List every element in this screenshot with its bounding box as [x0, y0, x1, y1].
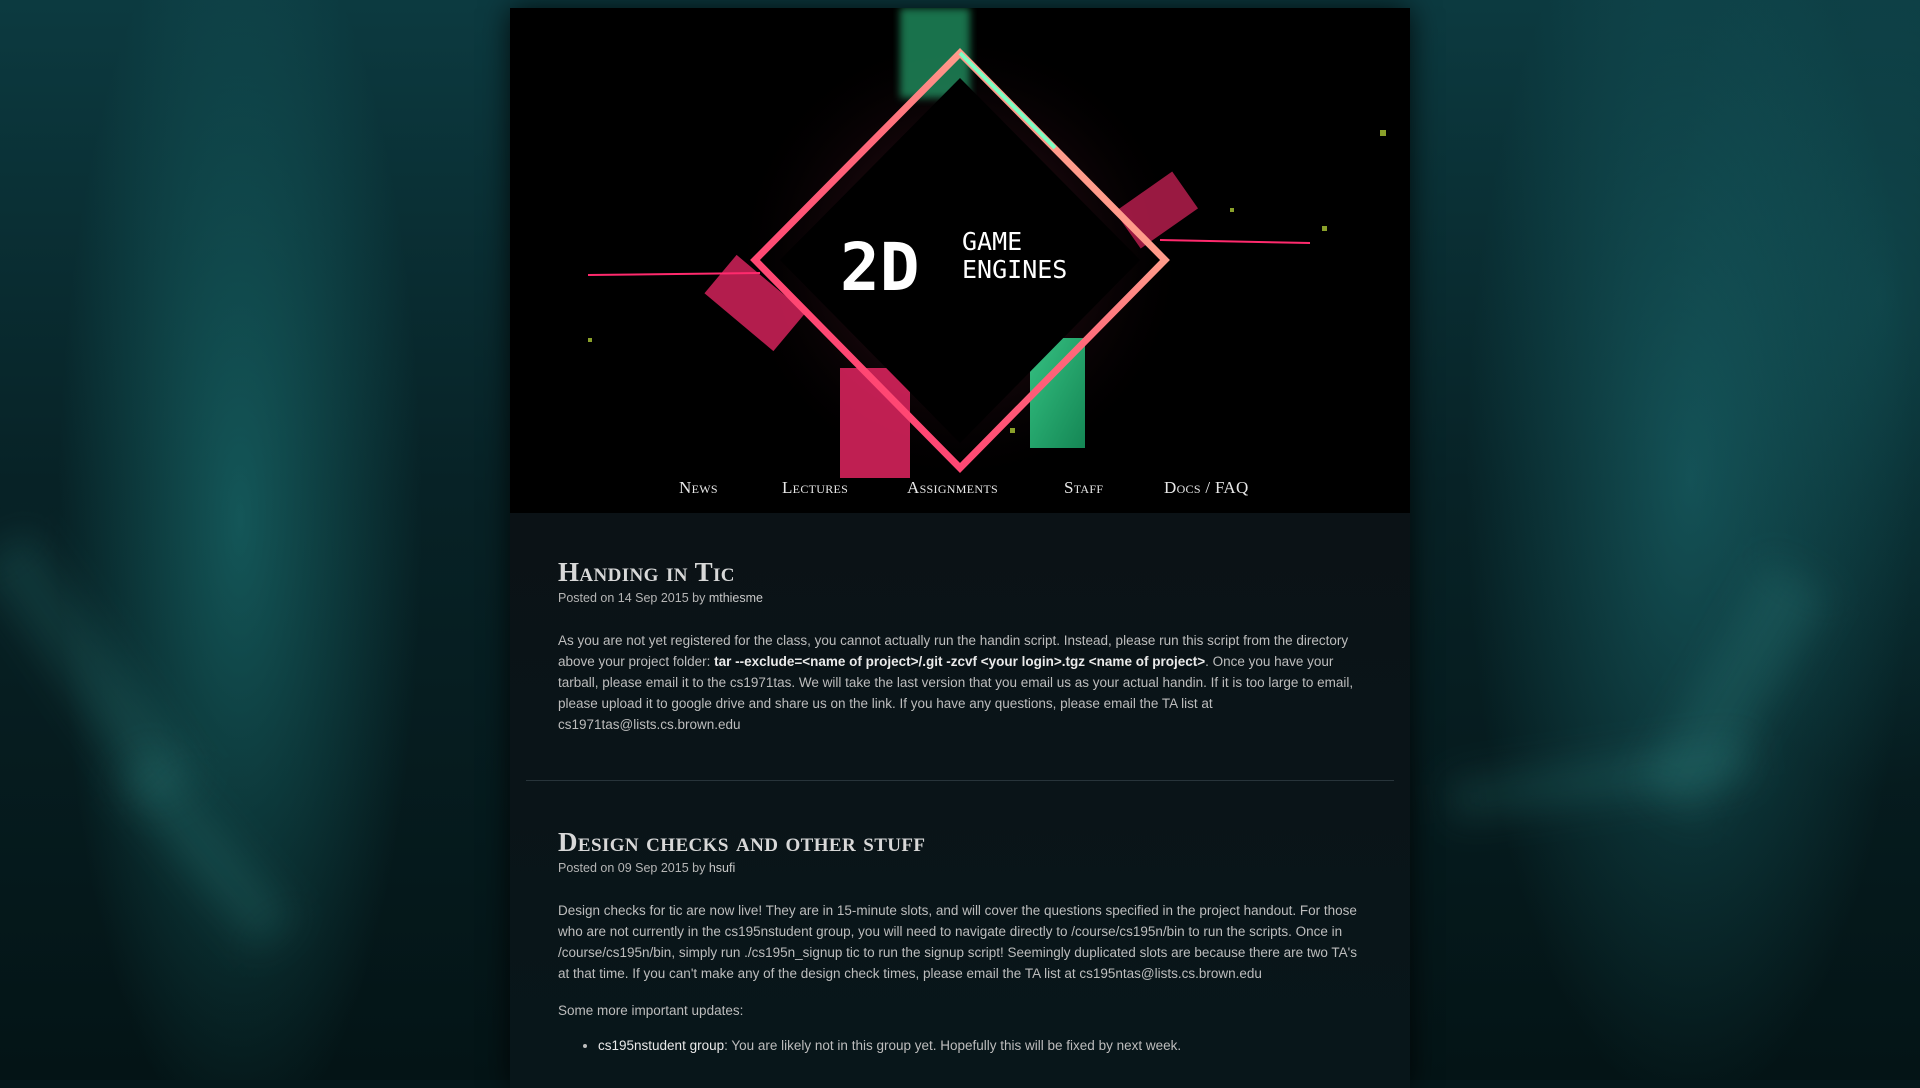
- news-post: Design checks and other stuff Posted on …: [558, 826, 1358, 1056]
- post-meta: Posted on 14 Sep 2015 by mthiesme: [558, 590, 1358, 606]
- news-post: Handing in Tic Posted on 14 Sep 2015 by …: [558, 556, 1358, 749]
- logo-2d-text: 2D: [840, 229, 919, 306]
- logo-pixel: [1230, 208, 1234, 212]
- main-nav: News Lectures Assignments Staff Docs / F…: [510, 478, 1410, 512]
- nav-docs-faq[interactable]: Docs / FAQ: [1164, 478, 1249, 498]
- main-panel: 2D GAME ENGINES News Lectures Assignment…: [510, 8, 1410, 1088]
- list-item: cs195nstudent group: You are likely not …: [598, 1035, 1358, 1056]
- logo-game-text: GAME: [962, 227, 1022, 256]
- post-body: Design checks for tic are now live! They…: [558, 903, 1358, 981]
- nav-news[interactable]: News: [679, 478, 718, 498]
- nav-assignments[interactable]: Assignments: [907, 478, 998, 498]
- post-body: As you are not yet registered for the cl…: [558, 630, 1358, 735]
- post-author: mthiesme: [708, 591, 763, 605]
- post-title[interactable]: Design checks and other stuff: [558, 826, 1358, 858]
- logo-engines-text: ENGINES: [962, 255, 1067, 284]
- logo-pixel: [1322, 226, 1327, 231]
- post-divider: [526, 780, 1394, 781]
- logo-pixel: [1010, 428, 1015, 433]
- post-date: Posted on 09 Sep 2015 by: [558, 861, 709, 875]
- nav-staff[interactable]: Staff: [1064, 478, 1103, 498]
- post-title[interactable]: Handing in Tic: [558, 556, 1358, 588]
- updates-list: cs195nstudent group: You are likely not …: [558, 1035, 1358, 1056]
- header-banner: 2D GAME ENGINES News Lectures Assignment…: [510, 8, 1410, 513]
- game-engines-logo[interactable]: 2D GAME ENGINES: [510, 8, 1410, 513]
- update-text: : You are likely not in this group yet. …: [724, 1038, 1182, 1053]
- logo-pixel: [588, 338, 592, 342]
- logo-pixel: [1380, 130, 1386, 136]
- post-author: hsufi: [708, 861, 736, 875]
- update-term: cs195nstudent group: [598, 1038, 725, 1053]
- post-meta: Posted on 09 Sep 2015 by hsufi: [558, 860, 1358, 876]
- updates-intro: Some more important updates:: [558, 1003, 744, 1018]
- handin-command: tar --exclude=<name of project>/.git -zc…: [714, 654, 1206, 669]
- post-date: Posted on 14 Sep 2015 by: [558, 591, 709, 605]
- nav-lectures[interactable]: Lectures: [782, 478, 848, 498]
